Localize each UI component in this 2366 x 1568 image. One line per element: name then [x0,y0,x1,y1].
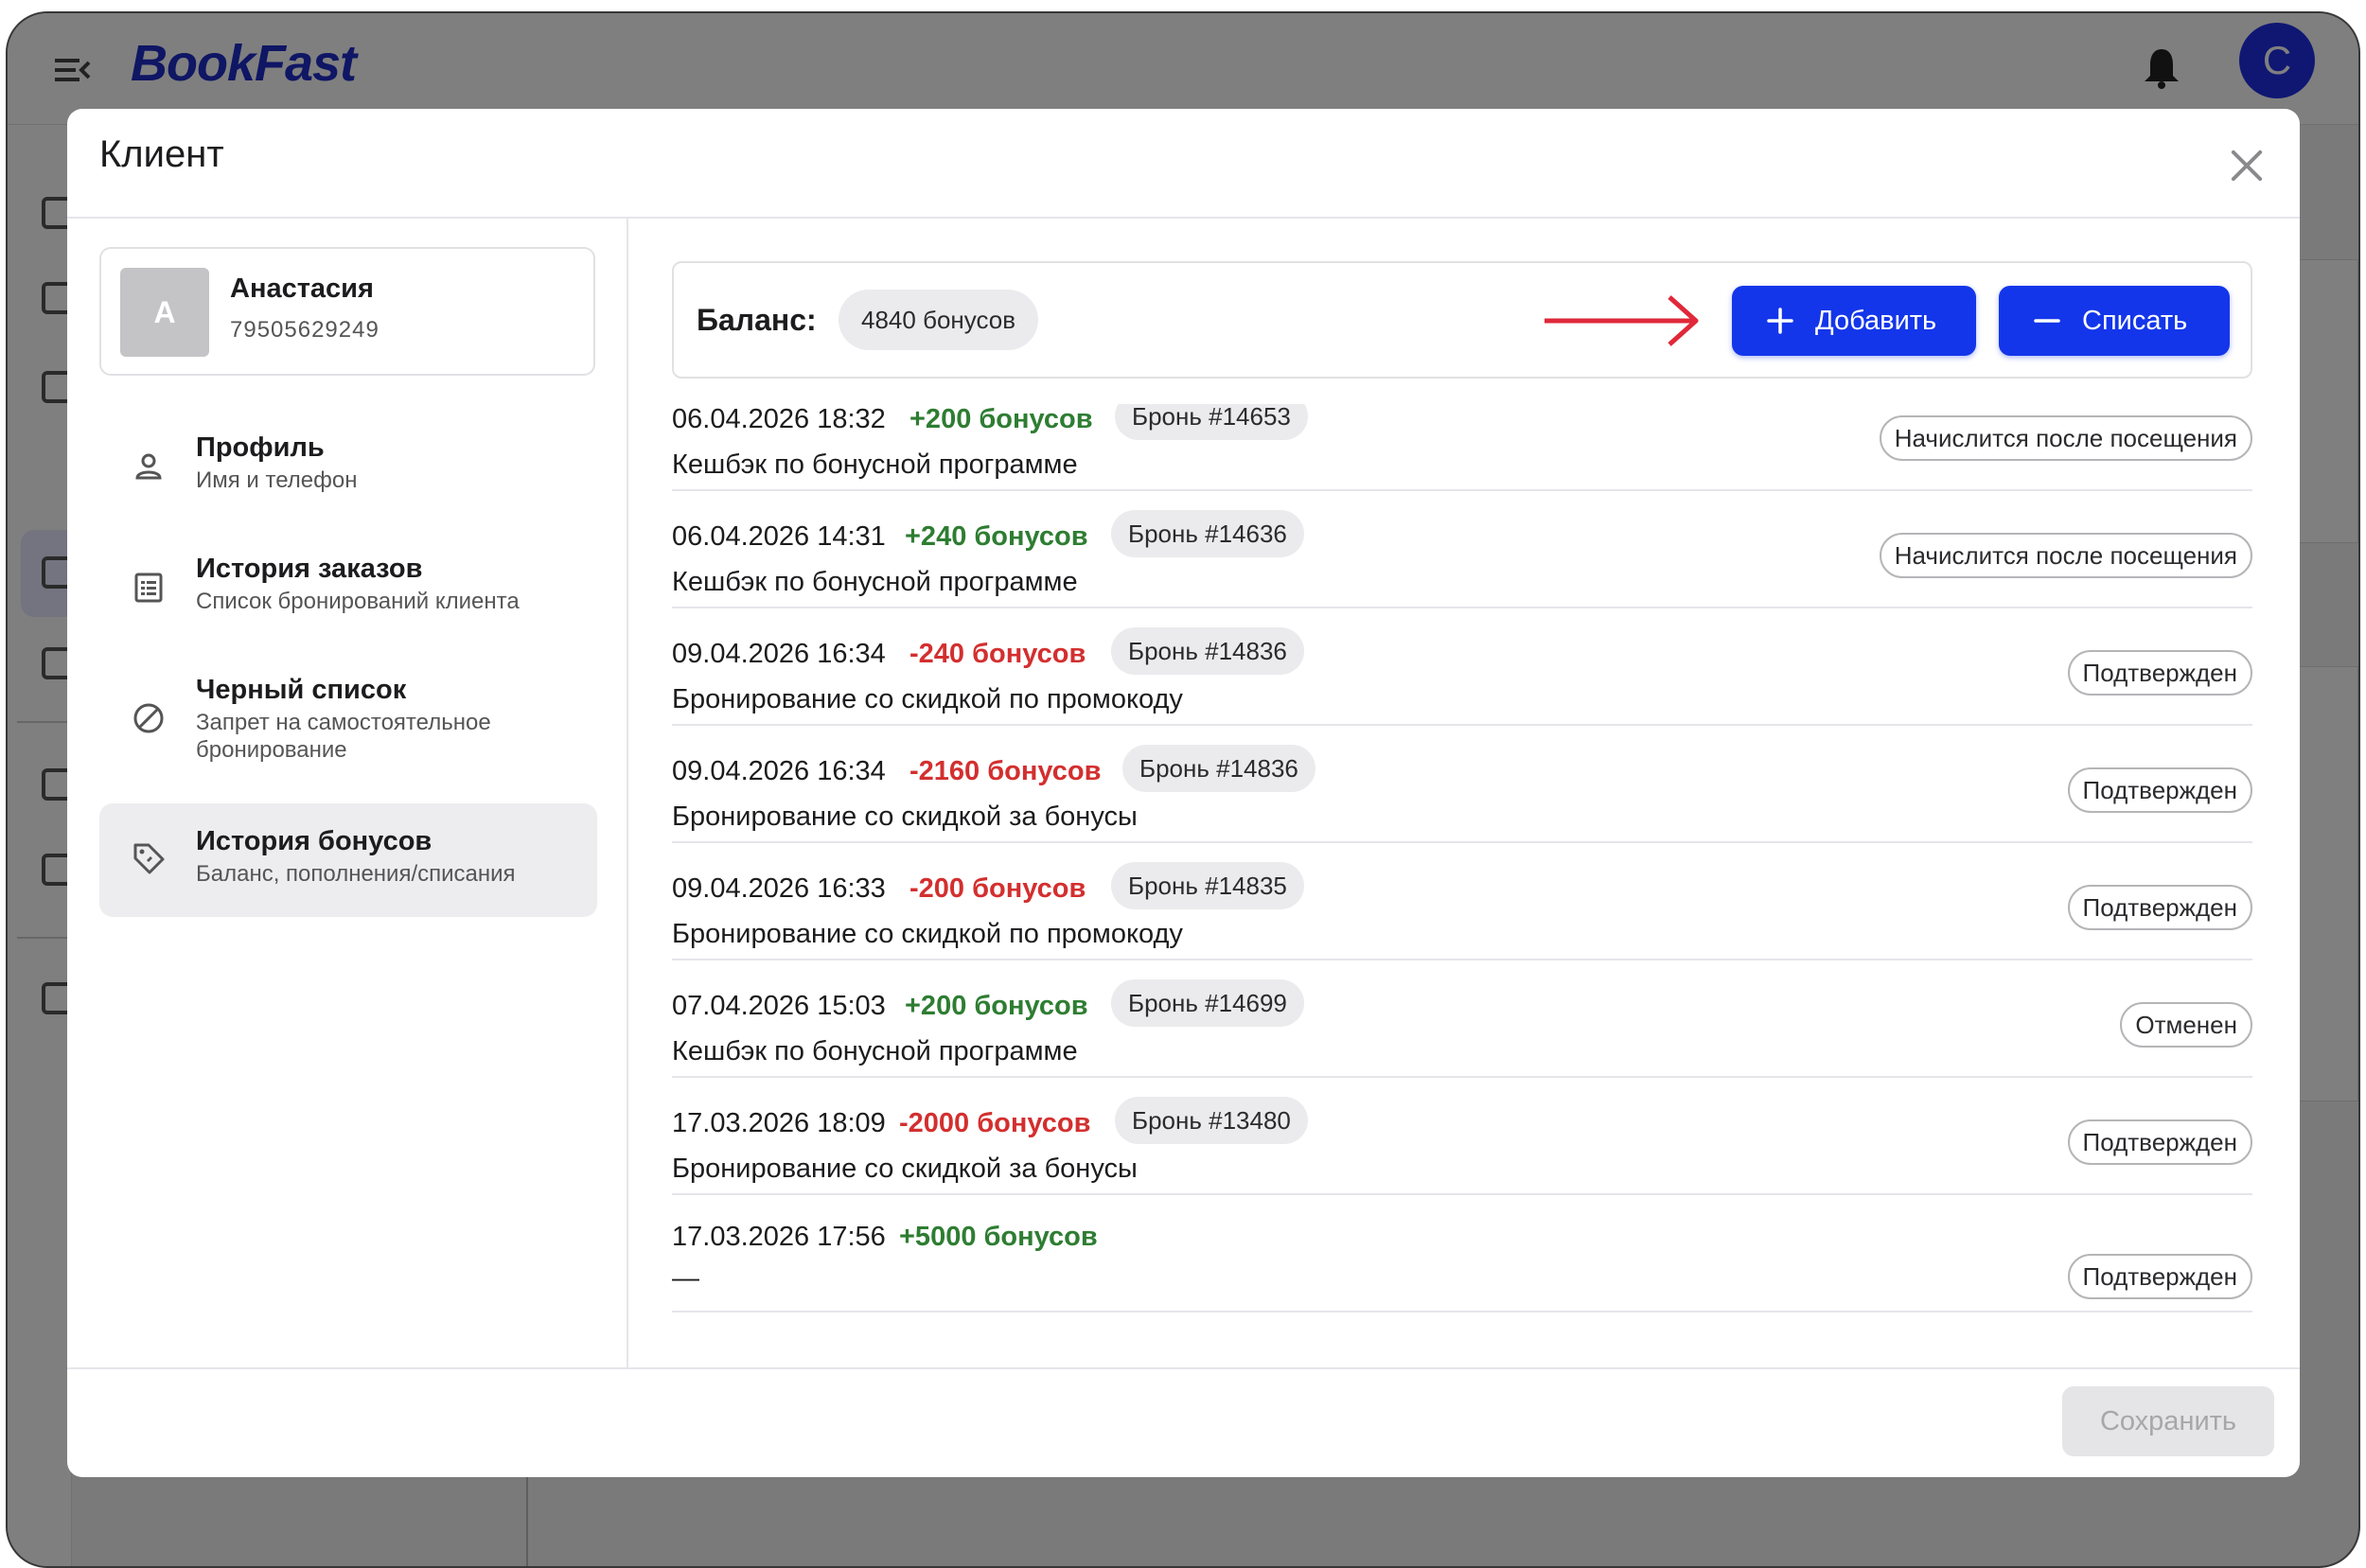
history-row: 17.03.2026 18:09 -2000 бонусов Бронь #13… [672,1097,2252,1195]
nav-item-bonus-history[interactable]: История бонусов Баланс, пополнения/списа… [99,803,597,917]
history-description: Кешбэк по бонусной программе [672,1036,1078,1066]
nav-item-title: История бонусов [196,826,433,856]
history-description: Кешбэк по бонусной программе [672,567,1078,597]
modal-column-divider [627,217,628,1369]
status-badge: Начислится после посещения [1879,533,2252,578]
history-row: 06.04.2026 18:32 +200 бонусов Бронь #146… [672,404,2252,491]
history-date: 09.04.2026 16:34 [672,756,886,786]
booking-badge[interactable]: Бронь #14653 [1115,404,1308,440]
history-amount: +5000 бонусов [899,1222,1098,1252]
nav-item-title: Профиль [196,432,325,463]
nav-item-subtitle: Баланс, пополнения/списания [196,861,516,887]
client-phone: 79505629249 [230,317,380,343]
status-badge: Подтвержден [2067,650,2252,696]
history-description: — [672,1263,699,1294]
history-date: 17.03.2026 18:09 [672,1108,886,1138]
status-badge: Подтвержден [2067,885,2252,930]
nav-item-subtitle: Запрет на самостоятельное бронирование [196,710,491,763]
history-row: 06.04.2026 14:31 +240 бонусов Бронь #146… [672,510,2252,608]
booking-badge[interactable]: Бронь #14836 [1111,627,1304,675]
history-description: Бронирование со скидкой по промокоду [672,684,1183,714]
subtract-bonus-label: Списать [2082,306,2188,336]
status-badge: Подтвержден [2067,1119,2252,1165]
booking-badge[interactable]: Бронь #13480 [1115,1097,1308,1144]
nav-item-blacklist[interactable]: Черный список Запрет на самостоятельное … [99,652,597,783]
minus-icon [2034,319,2060,323]
ban-icon [133,703,164,733]
status-badge: Отменен [2120,1002,2252,1048]
balance-label: Баланс: [697,303,817,337]
client-card: А Анастасия 79505629249 [99,247,595,376]
history-description: Кешбэк по бонусной программе [672,449,1078,480]
status-badge: Подтвержден [2067,1254,2252,1299]
add-bonus-label: Добавить [1815,306,1937,336]
balance-bar: Баланс: 4840 бонусов Добавить Списать [672,261,2252,379]
save-button[interactable]: Сохранить [2062,1386,2274,1456]
bonus-history-list[interactable]: 06.04.2026 18:32 +200 бонусов Бронь #146… [672,404,2254,1367]
history-date: 17.03.2026 17:56 [672,1222,886,1252]
client-name: Анастасия [230,273,374,304]
booking-badge[interactable]: Бронь #14835 [1111,862,1304,909]
client-avatar: А [120,268,209,357]
modal-title: Клиент [99,133,224,175]
history-amount: +240 бонусов [905,521,1088,552]
booking-badge[interactable]: Бронь #14699 [1111,979,1304,1027]
modal-header-divider [67,217,2300,219]
nav-item-title: История заказов [196,554,423,584]
status-badge: Подтвержден [2067,767,2252,813]
history-row: 09.04.2026 16:33 -200 бонусов Бронь #148… [672,862,2252,960]
history-amount: +200 бонусов [909,404,1093,434]
history-amount: +200 бонусов [905,991,1088,1021]
close-icon[interactable] [2226,145,2268,186]
history-amount: -2000 бонусов [899,1108,1091,1138]
history-row: 09.04.2026 16:34 -240 бонусов Бронь #148… [672,627,2252,726]
history-row: 17.03.2026 17:56 +5000 бонусов — Подтвер… [672,1222,2252,1313]
nav-item-orders[interactable]: История заказов Список бронирований клие… [99,531,597,644]
subtract-bonus-button[interactable]: Списать [1999,286,2230,356]
tag-icon [133,843,165,874]
person-icon [135,453,162,480]
history-amount: -240 бонусов [909,639,1086,669]
history-date: 06.04.2026 18:32 [672,404,886,434]
history-date: 06.04.2026 14:31 [672,521,886,552]
list-icon [134,573,163,603]
booking-badge[interactable]: Бронь #14636 [1111,510,1304,557]
modal-footer-divider [67,1367,2300,1369]
nav-item-profile[interactable]: Профиль Имя и телефон [99,410,597,523]
history-date: 09.04.2026 16:33 [672,873,886,904]
booking-badge[interactable]: Бронь #14836 [1122,745,1315,792]
history-date: 09.04.2026 16:34 [672,639,886,669]
status-badge: Начислится после посещения [1879,415,2252,461]
history-row: 09.04.2026 16:34 -2160 бонусов Бронь #14… [672,745,2252,843]
client-modal: Клиент А Анастасия 79505629249 Профиль И… [67,109,2300,1477]
history-amount: -200 бонусов [909,873,1086,904]
balance-value-badge: 4840 бонусов [839,290,1039,350]
nav-item-subtitle: Список бронирований клиента [196,589,520,614]
plus-icon [1767,308,1793,334]
add-bonus-button[interactable]: Добавить [1732,286,1976,356]
history-row: 07.04.2026 15:03 +200 бонусов Бронь #146… [672,979,2252,1078]
annotation-arrow-icon [1545,295,1699,346]
history-amount: -2160 бонусов [909,756,1102,786]
history-date: 07.04.2026 15:03 [672,991,886,1021]
history-description: Бронирование со скидкой по промокоду [672,919,1183,949]
history-description: Бронирование со скидкой за бонусы [672,802,1138,832]
nav-item-title: Черный список [196,675,407,705]
history-description: Бронирование со скидкой за бонусы [672,1154,1138,1184]
nav-item-subtitle: Имя и телефон [196,467,358,493]
